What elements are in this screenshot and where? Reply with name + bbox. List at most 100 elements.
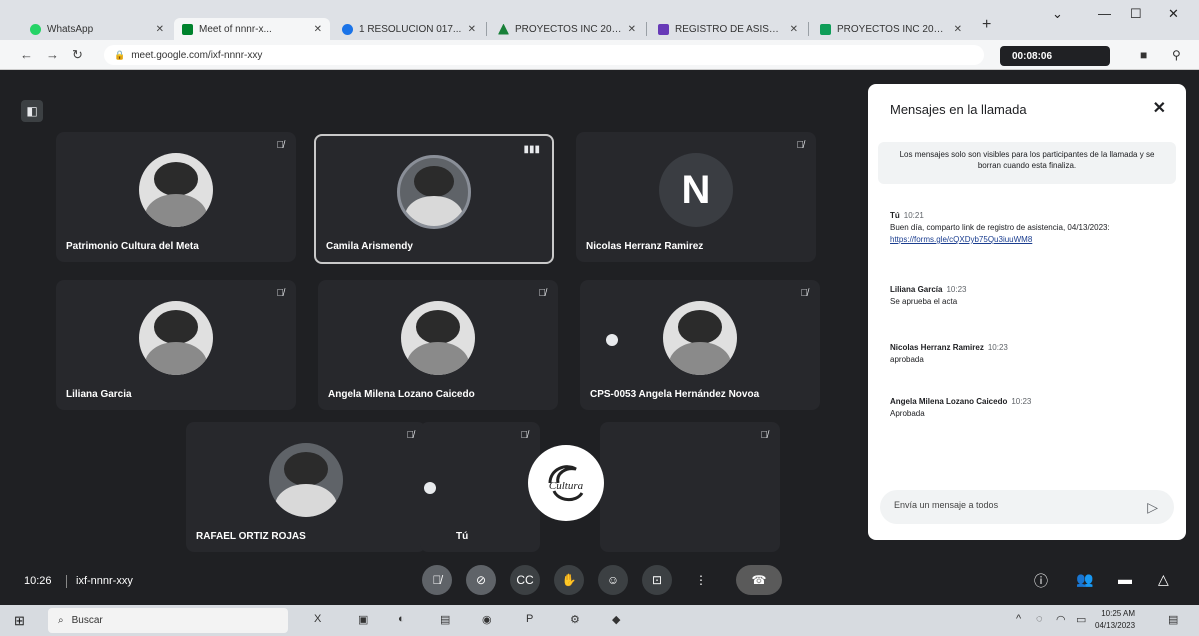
close-icon[interactable]: ✕	[468, 24, 476, 35]
people-icon[interactable]: 👥	[1076, 571, 1093, 588]
powerpoint-icon[interactable]: P	[526, 613, 533, 625]
meet-control-bar: 10:26 ixf-nnnr-xxy 🎙̸ ⊘ CC ✋ ☺ ⊡ ⋮ ☎ ⓘ 👥…	[0, 555, 1199, 605]
raise-hand-button[interactable]: ✋	[554, 565, 584, 595]
mic-off-icon: 🎙̸	[406, 430, 415, 441]
battery-icon[interactable]: ▭	[1076, 613, 1086, 626]
chat-icon[interactable]: ▬	[1118, 571, 1132, 587]
url-input[interactable]: 🔒 meet.google.com/ixf-nnnr-xxy	[104, 45, 984, 65]
captions-button[interactable]: CC	[510, 565, 540, 595]
chat-message: Angela Milena Lozano Caicedo 10:23 Aproba…	[890, 396, 1180, 420]
close-window-icon[interactable]: ✕	[1168, 6, 1179, 22]
whatsapp-icon	[30, 23, 41, 35]
avatar	[397, 155, 471, 229]
participant-tile[interactable]: 🎙̸ RAFAEL ORTIZ ROJAS	[186, 422, 426, 552]
mic-off-icon: 🎙̸	[520, 430, 529, 441]
system-time: 10:25 AM	[1101, 609, 1136, 618]
chat-notice: Los mensajes solo son visibles para los …	[878, 142, 1176, 184]
close-icon[interactable]: ✕	[314, 24, 322, 35]
mic-off-icon: 🎙̸	[760, 430, 769, 441]
forward-icon[interactable]: →	[46, 47, 59, 62]
app-icon[interactable]: ▣	[358, 613, 368, 626]
mic-toggle-button[interactable]: 🎙̸	[422, 565, 452, 595]
tab-separator	[808, 22, 809, 36]
file-explorer-icon[interactable]: ▤	[440, 613, 450, 626]
search-label: Buscar	[71, 615, 103, 626]
participant-tile[interactable]: N 🎙̸ Nicolas Herranz Ramirez	[576, 132, 816, 262]
message-text: Buen día, comparto link de registro de a…	[890, 223, 1110, 232]
taskbar-search[interactable]: ⌕ Buscar	[48, 608, 288, 633]
leave-call-button[interactable]: ☎	[736, 565, 782, 595]
more-options-button[interactable]: ⋮	[686, 565, 716, 595]
participant-tile[interactable]: 🎙̸	[600, 422, 780, 552]
tab-registro[interactable]: REGISTRO DE ASISTI... ✕	[650, 18, 806, 40]
participant-name: Angela Milena Lozano Caicedo	[328, 389, 475, 400]
layout-icon[interactable]: ◧	[21, 100, 43, 122]
message-link[interactable]: https://forms.gle/cQXDyb75Qu3iuuWM8	[890, 235, 1032, 244]
tab-meet[interactable]: Meet of nnnr-x... ✕	[174, 18, 330, 40]
status-dot	[606, 334, 618, 346]
participant-name: Patrimonio Cultura del Meta	[66, 241, 199, 252]
participant-name: Liliana Garcia	[66, 389, 132, 400]
close-icon[interactable]: ✕	[954, 24, 962, 35]
back-icon[interactable]: ←	[20, 47, 33, 62]
chat-message: Tú 10:21 Buen día, comparto link de regis…	[890, 210, 1180, 246]
more-vert-icon: ⋮	[695, 573, 707, 587]
tab-resolucion[interactable]: 1 RESOLUCION 017... ✕	[334, 18, 484, 40]
participant-tile[interactable]: 🎙̸ CPS-0053 Angela Hernández Novoa	[580, 280, 820, 410]
system-clock[interactable]: 10:25 AM 04/13/2023	[1095, 608, 1135, 632]
forms-icon	[658, 23, 669, 35]
app-icon[interactable]: ◐	[398, 613, 405, 625]
participant-name: Camila Arismendy	[326, 241, 413, 252]
notifications-icon[interactable]: ▤	[1168, 613, 1178, 626]
message-sender: Tú	[890, 211, 900, 220]
mic-icon[interactable]: ⚲	[1172, 48, 1181, 62]
camera-toggle-button[interactable]: ⊘	[466, 565, 496, 595]
tab-label: REGISTRO DE ASISTI...	[675, 23, 784, 35]
sheets-icon	[820, 23, 831, 35]
stop-share-icon[interactable]: ■	[1140, 48, 1147, 62]
logo-text: Cultura	[549, 480, 584, 492]
avatar	[401, 301, 475, 375]
close-icon[interactable]: ✕	[628, 24, 636, 35]
mic-off-icon: 🎙̸	[432, 573, 442, 587]
app-icon[interactable]: ◆	[612, 613, 620, 626]
present-button[interactable]: ⊡	[642, 565, 672, 595]
participant-tile[interactable]: 🎙̸ Angela Milena Lozano Caicedo	[318, 280, 558, 410]
send-icon[interactable]: ▷	[1147, 499, 1158, 516]
close-icon[interactable]: ✕	[156, 24, 164, 35]
new-tab-icon[interactable]: +	[982, 16, 991, 34]
close-icon[interactable]: ✕	[790, 24, 798, 35]
windows-taskbar: ⊞ ⌕ Buscar X ▣ ◐ ▤ ◉ P ⚙ ◆ ^ ◌ ◠ ▭ 10:25…	[0, 605, 1199, 636]
participant-tile-self[interactable]: 🎙̸ Tú	[420, 422, 540, 552]
reload-icon[interactable]: ↻	[72, 47, 83, 63]
tab-proyectos-drive[interactable]: PROYECTOS INC 202... ✕	[490, 18, 644, 40]
excel-icon[interactable]: X	[314, 613, 321, 625]
settings-icon[interactable]: ⚙	[570, 613, 580, 626]
windows-start-icon[interactable]: ⊞	[14, 613, 25, 629]
mic-off-icon: 🎙̸	[800, 288, 809, 299]
chrome-icon[interactable]: ◉	[482, 613, 492, 626]
tab-label: PROYECTOS INC 202...	[837, 23, 947, 35]
chevron-up-icon[interactable]: ^	[1016, 613, 1021, 625]
tab-proyectos-sheets[interactable]: PROYECTOS INC 202... ✕	[812, 18, 970, 40]
chat-message-input[interactable]: Envía un mensaje a todos	[880, 490, 1174, 524]
maximize-icon[interactable]: ☐	[1130, 6, 1142, 22]
audio-level-icon: ▮▮▮	[523, 144, 540, 155]
participant-tile[interactable]: 🎙̸ Patrimonio Cultura del Meta	[56, 132, 296, 262]
avatar	[663, 301, 737, 375]
wifi-icon[interactable]: ◠	[1056, 613, 1066, 626]
chevron-down-icon[interactable]: ⌄	[1052, 6, 1063, 22]
participant-tile-active-speaker[interactable]: ▮▮▮ Camila Arismendy	[314, 134, 554, 264]
tray-icon[interactable]: ◌	[1036, 613, 1043, 625]
chat-message: Nicolas Herranz Ramirez 10:23 aprobada	[890, 342, 1180, 366]
participant-tile[interactable]: 🎙̸ Liliana Garcia	[56, 280, 296, 410]
tab-separator	[646, 22, 647, 36]
activities-icon[interactable]: △	[1158, 571, 1169, 588]
reactions-button[interactable]: ☺	[598, 565, 628, 595]
close-icon[interactable]: ✕	[1153, 98, 1166, 118]
tab-whatsapp[interactable]: WhatsApp ✕	[22, 18, 172, 40]
minimize-icon[interactable]: —	[1098, 6, 1111, 21]
info-icon[interactable]: ⓘ	[1034, 571, 1048, 591]
browser-tabstrip: WhatsApp ✕ Meet of nnnr-x... ✕ 1 RESOLUC…	[0, 0, 1199, 40]
tab-label: Meet of nnnr-x...	[199, 23, 272, 35]
